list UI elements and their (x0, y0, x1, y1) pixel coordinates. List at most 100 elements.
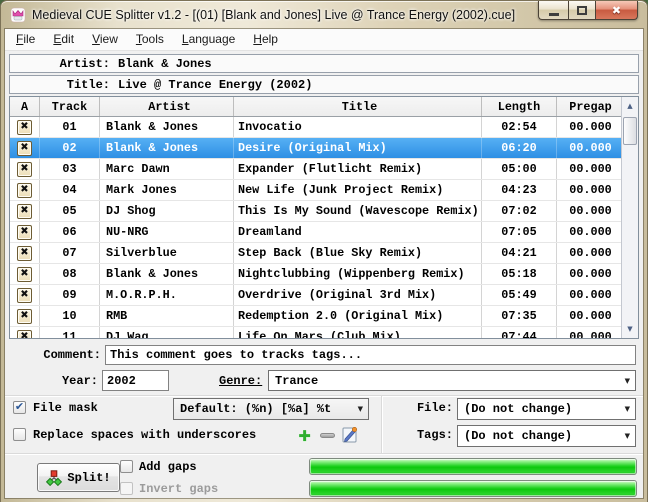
track-length: 05:00 (482, 159, 557, 179)
track-enabled-checkbox[interactable]: ✖ (17, 162, 32, 177)
track-number: 03 (40, 159, 100, 179)
table-row[interactable]: ✖ 02 Blank & Jones Desire (Original Mix)… (10, 138, 625, 159)
track-enabled-checkbox[interactable]: ✖ (17, 120, 32, 135)
table-row[interactable]: ✖ 11 DJ Wag Life On Mars (Club Mix) 07:4… (10, 327, 625, 339)
progress-fill (310, 459, 636, 474)
menu-view[interactable]: View (83, 29, 127, 50)
track-pregap: 00.000 (557, 306, 625, 326)
col-header-length[interactable]: Length (482, 97, 557, 116)
file-action-dropdown[interactable]: (Do not change) ▼ (457, 398, 636, 420)
track-artist: RMB (100, 306, 234, 326)
track-number: 06 (40, 222, 100, 242)
year-input[interactable] (102, 370, 169, 391)
replace-spaces-checkbox[interactable] (13, 428, 26, 441)
x-mark-icon: ✖ (20, 185, 28, 195)
track-enabled-checkbox[interactable]: ✖ (17, 141, 32, 156)
scroll-down-icon[interactable]: ▼ (622, 321, 638, 337)
table-row[interactable]: ✖ 09 M.O.R.P.H. Overdrive (Original 3rd … (10, 285, 625, 306)
track-enabled-checkbox[interactable]: ✖ (17, 204, 32, 219)
track-enabled-checkbox[interactable]: ✖ (17, 330, 32, 340)
track-enabled-checkbox[interactable]: ✖ (17, 246, 32, 261)
col-header-pregap[interactable]: Pregap (557, 97, 625, 116)
track-artist: Mark Jones (100, 180, 234, 200)
split-button-label: Split! (67, 471, 110, 485)
col-header-track[interactable]: Track (40, 97, 100, 116)
minimize-icon (549, 13, 559, 16)
menu-tools[interactable]: Tools (127, 29, 173, 50)
edit-mask-button[interactable] (341, 425, 359, 444)
separator (5, 453, 643, 454)
scroll-up-icon[interactable]: ▲ (622, 98, 638, 114)
table-row[interactable]: ✖ 03 Marc Dawn Expander (Flutlicht Remix… (10, 159, 625, 180)
track-title: Dreamland (234, 222, 482, 242)
track-number: 05 (40, 201, 100, 221)
file-mask-checkbox[interactable]: ✔ (13, 401, 26, 414)
genre-dropdown[interactable]: Trance ▼ (268, 370, 636, 391)
split-button[interactable]: Split! (37, 463, 120, 492)
menu-help[interactable]: Help (244, 29, 287, 50)
track-length: 05:49 (482, 285, 557, 305)
table-row[interactable]: ✖ 01 Blank & Jones Invocatio 02:54 00.00… (10, 117, 625, 138)
col-header-artist[interactable]: Artist (100, 97, 234, 116)
file-mask-dropdown[interactable]: Default: (%n) [%a] %t ▼ (173, 398, 369, 420)
track-artist: M.O.R.P.H. (100, 285, 234, 305)
close-button[interactable]: ✖ (596, 1, 638, 20)
track-pregap: 00.000 (557, 264, 625, 284)
remove-mask-button[interactable] (320, 433, 335, 438)
table-scrollbar[interactable]: ▲ ▼ (621, 97, 638, 338)
genre-label[interactable]: Genre: (219, 374, 265, 388)
app-icon (10, 7, 26, 23)
tags-action-dropdown[interactable]: (Do not change) ▼ (457, 425, 636, 447)
x-mark-icon: ✖ (20, 269, 28, 279)
add-gaps-checkbox[interactable] (120, 460, 133, 473)
close-icon: ✖ (612, 4, 621, 17)
track-number: 01 (40, 117, 100, 137)
menu-edit[interactable]: Edit (44, 29, 83, 50)
titlebar[interactable]: Medieval CUE Splitter v1.2 - [(01) [Blan… (1, 1, 647, 29)
track-enabled-checkbox[interactable]: ✖ (17, 267, 32, 282)
track-title: Step Back (Blue Sky Remix) (234, 243, 482, 263)
x-mark-icon: ✖ (20, 248, 28, 258)
scrollbar-thumb[interactable] (623, 117, 637, 145)
track-artist: DJ Shog (100, 201, 234, 221)
track-length: 04:21 (482, 243, 557, 263)
invert-gaps-checkbox (120, 482, 133, 495)
col-header-a[interactable]: A (10, 97, 40, 116)
table-row[interactable]: ✖ 07 Silverblue Step Back (Blue Sky Remi… (10, 243, 625, 264)
track-length: 02:54 (482, 117, 557, 137)
minimize-button[interactable] (538, 1, 568, 20)
title-label: Title: (10, 78, 110, 92)
col-header-title[interactable]: Title (234, 97, 482, 116)
x-mark-icon: ✖ (20, 227, 28, 237)
separator (5, 395, 643, 396)
add-mask-button[interactable]: ✚ (295, 426, 314, 445)
split-icon (46, 470, 62, 486)
table-row[interactable]: ✖ 04 Mark Jones New Life (Junk Project R… (10, 180, 625, 201)
menu-language[interactable]: Language (173, 29, 244, 50)
maximize-button[interactable] (568, 1, 596, 20)
track-enabled-checkbox[interactable]: ✖ (17, 309, 32, 324)
app-window: Medieval CUE Splitter v1.2 - [(01) [Blan… (0, 0, 648, 502)
comment-input[interactable] (105, 345, 636, 365)
table-row[interactable]: ✖ 06 NU-NRG Dreamland 07:05 00.000 (10, 222, 625, 243)
track-number: 11 (40, 327, 100, 339)
x-mark-icon: ✖ (20, 332, 28, 339)
progress-fill (310, 481, 636, 496)
track-pregap: 00.000 (557, 222, 625, 242)
title-value: Live @ Trance Energy (2002) (118, 78, 312, 92)
track-pregap: 00.000 (557, 138, 625, 158)
table-row[interactable]: ✖ 05 DJ Shog This Is My Sound (Wavescope… (10, 201, 625, 222)
track-title: Overdrive (Original 3rd Mix) (234, 285, 482, 305)
track-enabled-checkbox[interactable]: ✖ (17, 225, 32, 240)
track-enabled-checkbox[interactable]: ✖ (17, 183, 32, 198)
client-area: File Edit View Tools Language Help Artis… (5, 29, 643, 498)
menu-file[interactable]: File (7, 29, 44, 50)
track-number: 09 (40, 285, 100, 305)
track-artist: Marc Dawn (100, 159, 234, 179)
table-row[interactable]: ✖ 10 RMB Redemption 2.0 (Original Mix) 0… (10, 306, 625, 327)
track-title: New Life (Junk Project Remix) (234, 180, 482, 200)
track-enabled-checkbox[interactable]: ✖ (17, 288, 32, 303)
track-length: 07:02 (482, 201, 557, 221)
track-length: 07:05 (482, 222, 557, 242)
table-row[interactable]: ✖ 08 Blank & Jones Nightclubbing (Wippen… (10, 264, 625, 285)
